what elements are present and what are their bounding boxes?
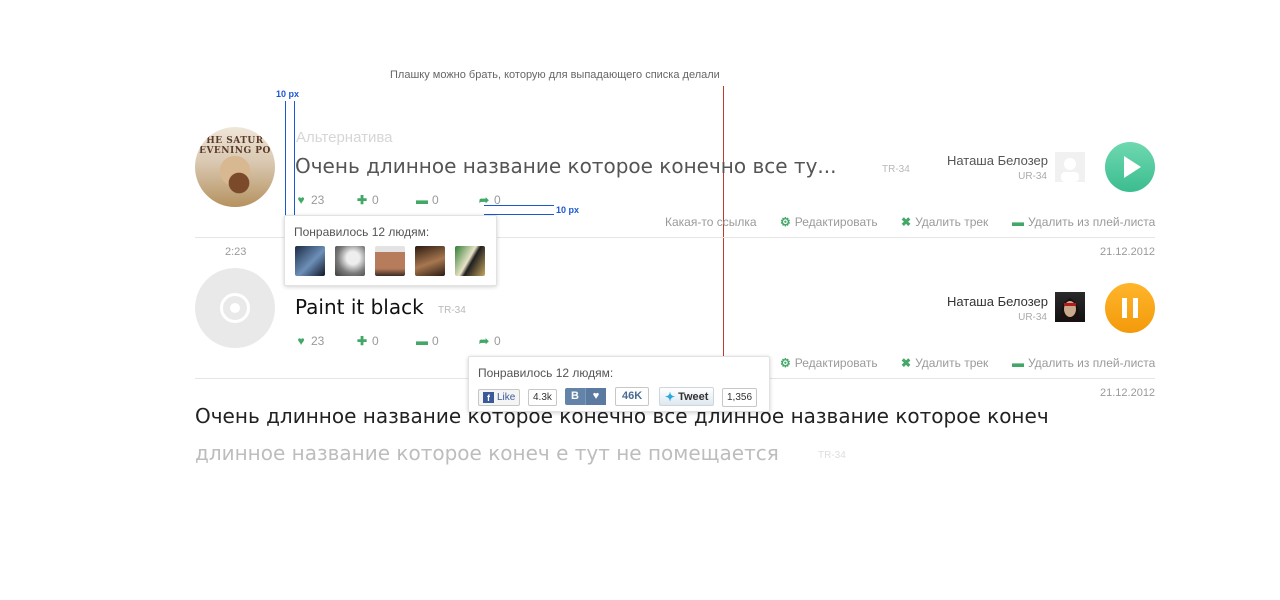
action-edit-label: Редактировать xyxy=(794,356,878,370)
track1-action-delete[interactable]: ✖ Удалить трек xyxy=(901,215,988,229)
liker-avatar-4[interactable] xyxy=(415,246,445,276)
action-edit-label: Редактировать xyxy=(794,215,878,229)
track1-action-edit[interactable]: ⚙ Редактировать xyxy=(780,215,878,229)
track2-date: 21.12.2012 xyxy=(1100,387,1156,399)
track2-pause-button[interactable] xyxy=(1105,283,1155,333)
vk-like-count: 46K xyxy=(615,387,650,406)
track1-add-stat[interactable]: ✚ 0 xyxy=(356,193,379,207)
comment-icon: ▬ xyxy=(416,334,428,348)
track2-code: TR-34 xyxy=(438,305,466,316)
track2-action-remove[interactable]: ▬ Удалить из плей-листа xyxy=(1012,356,1155,370)
track1-duration: 2:23 xyxy=(225,246,247,258)
gear-icon: ⚙ xyxy=(780,215,791,229)
track1-action-remove[interactable]: ▬ Удалить из плей-листа xyxy=(1012,215,1155,229)
like-count: 23 xyxy=(311,334,325,348)
facebook-like-label: Like xyxy=(497,392,516,403)
track1-play-button[interactable] xyxy=(1105,142,1155,192)
annotation-note: Плашку можно брать, которую для выпадающ… xyxy=(390,69,720,81)
track2-add-stat[interactable]: ✚ 0 xyxy=(356,334,379,348)
plus-icon: ✚ xyxy=(356,334,368,348)
facebook-icon: f xyxy=(483,392,494,403)
comment-count: 0 xyxy=(432,334,439,348)
track3-code: TR-34 xyxy=(818,450,846,461)
liker-avatar-3[interactable] xyxy=(375,246,405,276)
user-placeholder-icon xyxy=(1061,158,1079,182)
track2-user-avatar[interactable] xyxy=(1055,292,1085,322)
track1-user-avatar[interactable] xyxy=(1055,152,1085,182)
facebook-like-count: 4.3k xyxy=(528,389,557,406)
track1-like-stat[interactable]: ♥ 23 xyxy=(295,193,324,207)
tweet-label: Tweet xyxy=(678,390,709,403)
share-popup: Понравилось 12 людям: f Like 4.3k В ♥ 46… xyxy=(468,356,770,412)
add-count: 0 xyxy=(372,193,379,207)
track2-title[interactable]: Paint it black xyxy=(295,295,424,319)
disc-center-icon xyxy=(230,303,240,313)
action-delete-label: Удалить трек xyxy=(915,356,989,370)
liker-avatar-1[interactable] xyxy=(295,246,325,276)
minus-icon: ▬ xyxy=(1012,356,1024,370)
track2-comment-stat[interactable]: ▬ 0 xyxy=(416,334,439,348)
play-icon xyxy=(1124,156,1141,178)
plus-icon: ✚ xyxy=(356,193,368,207)
share-count: 0 xyxy=(494,334,501,348)
track3-title-line2[interactable]: длинное название которое конеч е тут не … xyxy=(195,441,779,465)
action-remove-label: Удалить из плей-листа xyxy=(1028,356,1156,370)
heart-icon: ♥ xyxy=(297,334,305,348)
track1-action-link[interactable]: Какая-то ссылка xyxy=(665,215,757,229)
minus-icon: ▬ xyxy=(1012,215,1024,229)
track2-action-delete[interactable]: ✖ Удалить трек xyxy=(901,356,988,370)
share-count: 0 xyxy=(494,193,501,207)
vk-like-button[interactable]: В ♥ xyxy=(565,388,606,405)
annotation-guide-v1 xyxy=(285,101,286,216)
close-icon: ✖ xyxy=(901,356,912,370)
heart-icon: ♥ xyxy=(297,193,305,207)
track1-title[interactable]: Очень длинное название которое конечно в… xyxy=(295,154,836,178)
track2-cover[interactable] xyxy=(195,268,275,348)
likes-popup-label: Понравилось 12 людям: xyxy=(294,225,430,239)
annotation-spacing-right: 10 px xyxy=(556,205,580,215)
track1-code: TR-34 xyxy=(882,164,910,175)
heart-icon: ♥ xyxy=(585,388,606,405)
track2-user-name[interactable]: Наташа Белозер xyxy=(930,294,1048,309)
like-count: 23 xyxy=(311,193,325,207)
liker-avatar-2[interactable] xyxy=(335,246,365,276)
track1-share-stat[interactable]: ➦ 0 xyxy=(478,193,501,207)
share-icon: ➦ xyxy=(478,193,490,207)
track1-user-code: UR-34 xyxy=(1018,171,1047,182)
action-remove-label: Удалить из плей-листа xyxy=(1028,215,1156,229)
facebook-like-button[interactable]: f Like xyxy=(478,389,521,406)
close-icon: ✖ xyxy=(901,215,912,229)
track2-user-code: UR-34 xyxy=(1018,312,1047,323)
twitter-bird-icon: ✦ xyxy=(665,389,676,404)
track2-action-edit[interactable]: ⚙ Редактировать xyxy=(780,356,878,370)
share-icon: ➦ xyxy=(478,334,490,348)
track1-cover[interactable]: HE SATUR EVENING PO xyxy=(195,127,275,207)
track1-genre: Альтернатива xyxy=(296,129,393,146)
action-delete-label: Удалить трек xyxy=(915,215,989,229)
track1-cover-text: HE SATUR EVENING PO xyxy=(199,136,271,156)
track2-like-stat[interactable]: ♥ 23 xyxy=(295,334,324,348)
track1-date: 21.12.2012 xyxy=(1100,246,1156,258)
gear-icon: ⚙ xyxy=(780,356,791,370)
tweet-button[interactable]: ✦ Tweet xyxy=(659,387,715,406)
vk-logo: В xyxy=(571,390,579,402)
comment-count: 0 xyxy=(432,193,439,207)
pause-icon-left xyxy=(1122,298,1127,318)
track1-comment-stat[interactable]: ▬ 0 xyxy=(416,193,439,207)
annotation-spacing-top: 10 px xyxy=(276,89,300,99)
track1-user-name[interactable]: Наташа Белозер xyxy=(930,153,1048,168)
track2-share-stat[interactable]: ➦ 0 xyxy=(478,334,501,348)
avatar-face-icon xyxy=(1060,298,1080,322)
add-count: 0 xyxy=(372,334,379,348)
pause-icon-right xyxy=(1133,298,1138,318)
action-link-label: Какая-то ссылка xyxy=(665,215,757,229)
liker-avatar-5[interactable] xyxy=(455,246,485,276)
comment-icon: ▬ xyxy=(416,193,428,207)
likes-popup: Понравилось 12 людям: xyxy=(284,215,497,286)
share-popup-label: Понравилось 12 людям: xyxy=(478,366,614,380)
tweet-count: 1,356 xyxy=(722,388,758,407)
